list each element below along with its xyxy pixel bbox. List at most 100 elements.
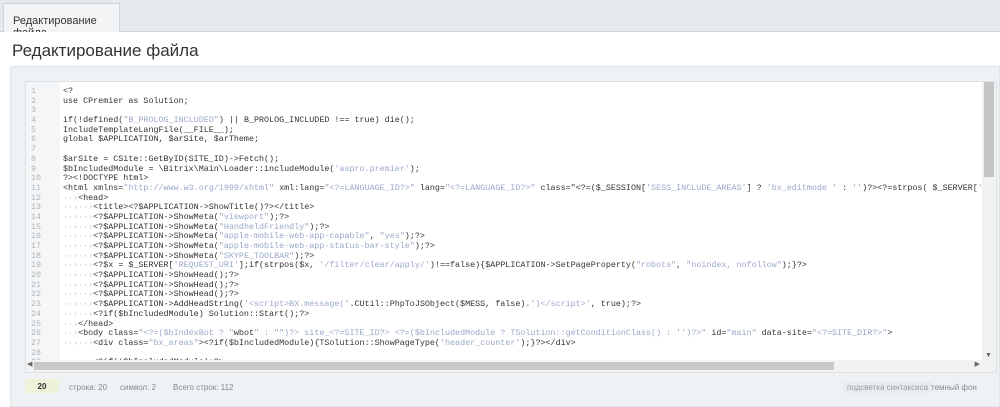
code-area[interactable]: 1 <? 2 use CPremier as Solution; 3 4 if(!defin… — [26, 87, 984, 372]
line-number: 18 — [31, 251, 42, 261]
scroll-thumb[interactable] — [984, 82, 994, 177]
code-line: 27 ··›··›<div class="bx_areas"><?if($bInc… — [26, 339, 984, 349]
code-text: $arSite = CSite::GetByID(SITE_ID)->Fetch… — [63, 154, 280, 164]
editor-panel: 1 <? 2 use CPremier as Solution; 3 4 if(!defin… — [10, 66, 1000, 407]
line-number: 21 — [31, 280, 42, 290]
line-number: 7 — [31, 145, 37, 155]
code-text: ··›··›<?$APPLICATION->AddHeadString('<sc… — [63, 300, 641, 310]
line-number: 19 — [31, 261, 42, 271]
line-number: 8 — [31, 154, 37, 164]
code-text: $bIncludedModule = \Bitrix\Main\Loader::… — [63, 164, 420, 174]
code-line: 13 ··›··›<title><?$APPLICATION->ShowTitle… — [26, 203, 984, 213]
line-number: 28 — [31, 348, 42, 358]
code-line: 9 $bIncludedModule = \Bitrix\Main\Loader:… — [26, 165, 984, 175]
symbol-status: символ: 2 — [120, 383, 156, 392]
code-text: ··›··›<?$APPLICATION->ShowHead();?> — [63, 280, 239, 290]
code-text: ··›··›<?$APPLICATION->ShowMeta("viewport… — [63, 212, 290, 222]
code-text: IncludeTemplateLangFile(__FILE__); — [63, 125, 234, 135]
code-line: 24 ··›··›<?if($bIncludedModule) Solution:… — [26, 310, 984, 320]
vertical-scrollbar[interactable]: ▼ — [982, 82, 996, 372]
code-text: global $APPLICATION, $arSite, $arTheme; — [63, 135, 260, 145]
code-line: 2 use CPremier as Solution; — [26, 97, 984, 107]
scroll-down-icon[interactable]: ▼ — [985, 352, 992, 359]
code-text: <? — [63, 87, 74, 96]
line-number: 15 — [31, 222, 42, 232]
scroll-thumb[interactable] — [34, 362, 834, 370]
line-number: 20 — [31, 271, 42, 281]
total-lines: Всего строк: 112 — [173, 383, 234, 392]
scroll-right-icon[interactable]: ▶ — [975, 360, 980, 368]
code-line: 14 ··›··›<?$APPLICATION->ShowMeta("viewpo… — [26, 213, 984, 223]
code-text: <html xmlns="http://www.w3.org/1999/xhtm… — [63, 183, 984, 193]
line-number: 1 — [31, 87, 37, 96]
code-line: 15 ··›··›<?$APPLICATION->ShowMeta("Handhe… — [26, 223, 984, 233]
line-number: 6 — [31, 135, 37, 145]
code-line: 16 ··›··›<?$APPLICATION->ShowMeta("apple-… — [26, 232, 984, 242]
code-text: ··›··›<?$APPLICATION->ShowMeta("SKYPE_TO… — [63, 251, 315, 261]
code-text: ··›</head> — [63, 319, 114, 329]
line-number: 26 — [31, 329, 42, 339]
line-number: 5 — [31, 125, 37, 135]
code-text: ?><!DOCTYPE html> — [63, 174, 149, 184]
code-line: 20 ··›··›<?$APPLICATION->ShowHead();?> — [26, 271, 984, 281]
line-number: 23 — [31, 300, 42, 310]
line-number: 11 — [31, 183, 42, 193]
page-title: Редактирование файла — [12, 41, 199, 60]
code-line: 12 ··›<head> — [26, 194, 984, 204]
line-number: 17 — [31, 242, 42, 251]
code-line: 1 <? — [26, 87, 984, 97]
code-text: ··›<head> — [63, 193, 109, 203]
code-line: 7 — [26, 145, 984, 155]
code-line: 6 global $APPLICATION, $arSite, $arTheme; — [26, 135, 984, 145]
status-bar: 20 строка: 20 символ: 2 Всего строк: 112… — [25, 376, 997, 398]
code-line: 25 ··›</head> — [26, 320, 984, 330]
code-line: 3 — [26, 106, 984, 116]
current-line-input[interactable]: 20 — [25, 379, 59, 393]
syntax-highlight-button[interactable]: подсветка синтаксиса — [843, 382, 933, 393]
line-number: 24 — [31, 309, 42, 319]
line-number: 9 — [31, 164, 37, 174]
line-number: 3 — [31, 106, 37, 116]
line-number: 2 — [31, 96, 37, 106]
code-line: 22 ··›··›<?$APPLICATION->ShowHead();?> — [26, 290, 984, 300]
code-line: 26 ··›<body class="<?=($bIndexBot ? "wbot… — [26, 329, 984, 339]
code-editor[interactable]: 1 <? 2 use CPremier as Solution; 3 4 if(!defin… — [25, 81, 997, 373]
line-number: 4 — [31, 116, 37, 126]
line-number: 14 — [31, 212, 42, 222]
code-line: 28 — [26, 349, 984, 359]
code-text: ··›··›<?$APPLICATION->ShowMeta("apple-mo… — [63, 242, 435, 251]
code-text: ··›··›<?$x = $_SERVER['REQUEST_URI'];if(… — [63, 261, 807, 271]
code-text: ··›··›<?$APPLICATION->ShowHead();?> — [63, 271, 239, 281]
line-number: 25 — [31, 319, 42, 329]
tab-bar: Редактирование файла — [0, 0, 1000, 39]
tab-edit-file[interactable]: Редактирование файла — [3, 3, 120, 39]
line-number: 12 — [31, 193, 42, 203]
code-line: 17 ··›··›<?$APPLICATION->ShowMeta("apple-… — [26, 242, 984, 252]
code-text: ··›··›<div class="bx_areas"><?if($bInclu… — [63, 338, 576, 348]
code-line: 8 $arSite = CSite::GetByID(SITE_ID)->Fetc… — [26, 155, 984, 165]
code-line: 10 ?><!DOCTYPE html> — [26, 174, 984, 184]
code-line: 19 ··›··›<?$x = $_SERVER['REQUEST_URI'];i… — [26, 261, 984, 271]
line-number: 10 — [31, 174, 42, 184]
line-number: 16 — [31, 232, 42, 242]
code-text: use CPremier as Solution; — [63, 96, 189, 106]
horizontal-scrollbar[interactable]: ◀ ▶ — [26, 360, 984, 372]
line-number: 13 — [31, 203, 42, 213]
code-line: 4 if(!defined("B_PROLOG_INCLUDED") || B_P… — [26, 116, 984, 126]
code-text: ··›··›<?$APPLICATION->ShowHead();?> — [63, 290, 239, 300]
code-line: 21 ··›··›<?$APPLICATION->ShowHead();?> — [26, 281, 984, 291]
code-text: ··›··›<title><?$APPLICATION->ShowTitle()… — [63, 203, 315, 213]
code-line: 5 IncludeTemplateLangFile(__FILE__); — [26, 126, 984, 136]
code-text: ··›··›<?$APPLICATION->ShowMeta("apple-mo… — [63, 232, 425, 242]
code-text: if(!defined("B_PROLOG_INCLUDED") || B_PR… — [63, 116, 415, 126]
scroll-left-icon[interactable]: ◀ — [27, 360, 32, 368]
line-status: строка: 20 — [69, 383, 108, 392]
line-number: 22 — [31, 290, 42, 300]
dark-theme-button[interactable]: темный фон — [931, 383, 977, 392]
code-text: ··›<body class="<?=($bIndexBot ? "wbot" … — [63, 329, 893, 339]
code-line: 11 <html xmlns="http://www.w3.org/1999/xh… — [26, 184, 984, 194]
line-number: 27 — [31, 338, 42, 348]
